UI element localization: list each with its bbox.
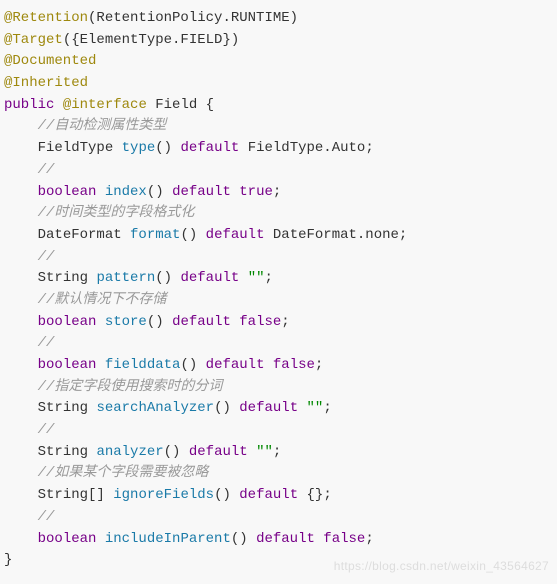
keyword-default: default <box>180 270 239 286</box>
return-type: String <box>38 270 88 286</box>
comment-line: //指定字段使用搜索时的分词 <box>38 379 223 395</box>
return-type: DateFormat <box>38 227 122 243</box>
keyword-default: default <box>206 357 265 373</box>
keyword-default: default <box>256 531 315 547</box>
keyword-interface: @interface <box>63 97 147 113</box>
method-name: store <box>105 314 147 330</box>
parens: () <box>155 140 172 156</box>
annotation-retention: @Retention <box>4 10 88 26</box>
close-brace: } <box>4 552 12 568</box>
parens: () <box>155 270 172 286</box>
return-type: boolean <box>38 184 97 200</box>
method-name: ignoreFields <box>113 487 214 503</box>
method-name: searchAnalyzer <box>96 400 214 416</box>
semicolon: ; <box>273 444 281 460</box>
parens: () <box>214 487 231 503</box>
comment-line: //如果某个字段需要被忽略 <box>38 465 209 481</box>
return-type: boolean <box>38 314 97 330</box>
return-type: boolean <box>38 357 97 373</box>
default-value: {} <box>307 487 324 503</box>
default-value: false <box>273 357 315 373</box>
keyword-default: default <box>239 487 298 503</box>
keyword-public: public <box>4 97 54 113</box>
method-name: analyzer <box>96 444 163 460</box>
parens: () <box>180 357 197 373</box>
comment-line: // <box>38 335 55 351</box>
comment-line: // <box>38 509 55 525</box>
default-value: true <box>239 184 273 200</box>
semicolon: ; <box>365 140 373 156</box>
default-value: "" <box>248 270 265 286</box>
return-type: String <box>38 400 88 416</box>
method-name: fielddata <box>105 357 181 373</box>
return-type: String[] <box>38 487 105 503</box>
return-type: String <box>38 444 88 460</box>
method-name: format <box>130 227 180 243</box>
default-value: "" <box>256 444 273 460</box>
annotation-target: @Target <box>4 32 63 48</box>
comment-line: //自动检测属性类型 <box>38 118 167 134</box>
annotation-inherited: @Inherited <box>4 75 88 91</box>
default-value: false <box>323 531 365 547</box>
parens: () <box>231 531 248 547</box>
default-value: DateFormat.none <box>273 227 399 243</box>
comment-line: // <box>38 249 55 265</box>
parens: () <box>180 227 197 243</box>
code-block: @Retention(RetentionPolicy.RUNTIME) @Tar… <box>4 8 553 572</box>
parens: () <box>147 314 164 330</box>
keyword-default: default <box>180 140 239 156</box>
target-args: ({ElementType.FIELD}) <box>63 32 239 48</box>
keyword-default: default <box>239 400 298 416</box>
default-value: "" <box>307 400 324 416</box>
semicolon: ; <box>323 400 331 416</box>
keyword-default: default <box>189 444 248 460</box>
semicolon: ; <box>365 531 373 547</box>
semicolon: ; <box>323 487 331 503</box>
method-name: pattern <box>96 270 155 286</box>
annotation-documented: @Documented <box>4 53 96 69</box>
comment-line: //默认情况下不存储 <box>38 292 167 308</box>
default-value: FieldType.Auto <box>248 140 366 156</box>
semicolon: ; <box>315 357 323 373</box>
keyword-default: default <box>172 314 231 330</box>
method-name: type <box>122 140 156 156</box>
parens: () <box>164 444 181 460</box>
comment-line: // <box>38 422 55 438</box>
return-type: FieldType <box>38 140 114 156</box>
return-type: boolean <box>38 531 97 547</box>
semicolon: ; <box>265 270 273 286</box>
default-value: false <box>239 314 281 330</box>
interface-name: Field <box>155 97 197 113</box>
retention-args: (RetentionPolicy.RUNTIME) <box>88 10 298 26</box>
parens: () <box>214 400 231 416</box>
semicolon: ; <box>281 314 289 330</box>
parens: () <box>147 184 164 200</box>
keyword-default: default <box>206 227 265 243</box>
method-name: includeInParent <box>105 531 231 547</box>
keyword-default: default <box>172 184 231 200</box>
method-name: index <box>105 184 147 200</box>
semicolon: ; <box>399 227 407 243</box>
semicolon: ; <box>273 184 281 200</box>
comment-line: //时间类型的字段格式化 <box>38 205 195 221</box>
open-brace: { <box>197 97 214 113</box>
comment-line: // <box>38 162 55 178</box>
